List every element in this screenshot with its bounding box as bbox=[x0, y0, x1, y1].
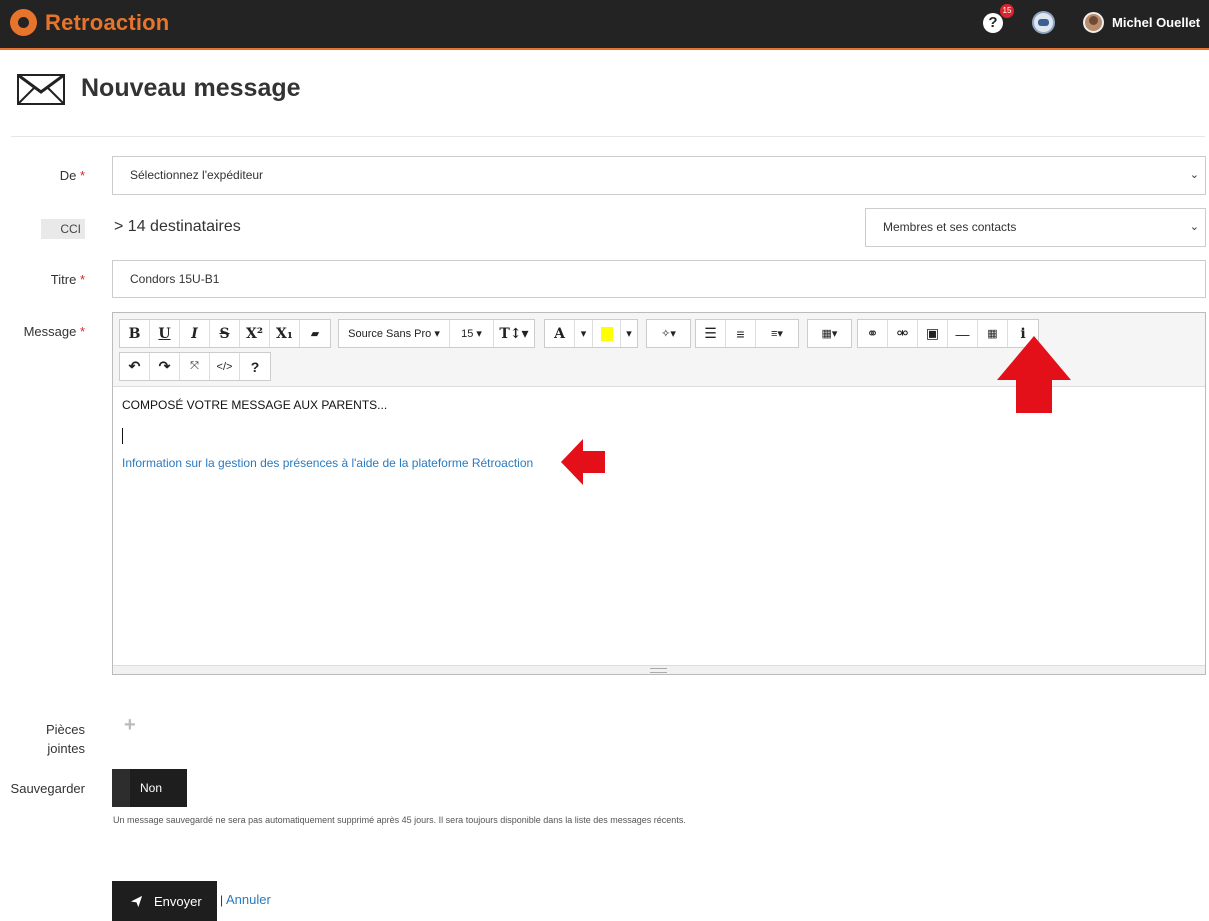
bcc-filter-select[interactable]: Membres et ses contacts ⌄ bbox=[865, 208, 1206, 247]
fullscreen-icon[interactable]: ⤧ bbox=[180, 353, 210, 380]
save-hint: Un message sauvegardé ne sera pas automa… bbox=[113, 815, 686, 825]
app-name: Retroaction bbox=[45, 9, 170, 35]
toolbar-group-paragraph: ☰ ≡ ≡▾ bbox=[695, 319, 799, 348]
help-icon[interactable]: ? bbox=[240, 353, 270, 380]
from-label: De * bbox=[59, 168, 85, 183]
highlight-color-dropdown[interactable]: ▾ bbox=[621, 320, 637, 347]
required-mark: * bbox=[79, 324, 85, 339]
link-icon[interactable]: ⚭ bbox=[858, 320, 888, 347]
code-view-icon[interactable]: </> bbox=[210, 353, 240, 380]
font-color-button[interactable]: A bbox=[545, 320, 575, 347]
font-size-dropdown[interactable]: 15 ▾ bbox=[450, 320, 494, 347]
editor-content[interactable]: COMPOSÉ VOTRE MESSAGE AUX PARENTS... Inf… bbox=[113, 388, 1205, 666]
undo-icon[interactable]: ↶ bbox=[120, 353, 150, 380]
toolbar-group-magic: ✧▾ bbox=[646, 319, 691, 348]
paper-plane-icon bbox=[130, 895, 143, 907]
save-label: Sauvegarder bbox=[10, 781, 85, 796]
send-button[interactable]: Envoyer bbox=[112, 881, 217, 921]
subject-input[interactable]: Condors 15U-B1 bbox=[112, 260, 1206, 298]
redo-icon[interactable]: ↷ bbox=[150, 353, 180, 380]
font-family-dropdown[interactable]: Source Sans Pro ▾ bbox=[339, 320, 450, 347]
bcc-recipients-toggle[interactable]: > 14 destinataires bbox=[114, 218, 241, 236]
editor-resize-handle[interactable] bbox=[113, 665, 1205, 674]
bullet-list-icon[interactable]: ☰ bbox=[696, 320, 726, 347]
add-attachment-icon[interactable]: + bbox=[124, 714, 136, 737]
from-select[interactable]: Sélectionnez l'expéditeur ⌄ bbox=[112, 156, 1206, 195]
notification-badge: 15 bbox=[1000, 4, 1014, 18]
line-height-dropdown[interactable]: T↕▾ bbox=[494, 320, 534, 347]
required-mark: * bbox=[79, 168, 85, 183]
cancel-link[interactable]: Annuler bbox=[226, 892, 271, 907]
top-navbar: Retroaction ? 15 Michel Ouellet bbox=[0, 0, 1209, 50]
bold-button[interactable]: B bbox=[120, 320, 150, 347]
chevron-down-icon: ⌄ bbox=[1189, 169, 1199, 181]
message-label: Message * bbox=[23, 324, 85, 339]
annotation-arrow-up-icon bbox=[997, 336, 1071, 413]
toolbar-group-table: ▦▾ bbox=[807, 319, 852, 348]
toolbar-group-font: Source Sans Pro ▾ 15 ▾ T↕▾ bbox=[338, 319, 535, 348]
bcc-label: CCI bbox=[41, 219, 85, 239]
table-dropdown[interactable]: ▦▾ bbox=[808, 320, 851, 347]
toolbar-group-misc: ↶ ↷ ⤧ </> ? bbox=[119, 352, 271, 381]
italic-button[interactable]: I bbox=[180, 320, 210, 347]
toolbar-group-style: B U I S X² X₁ ▰ bbox=[119, 319, 331, 348]
user-name[interactable]: Michel Ouellet bbox=[1112, 15, 1200, 30]
attachments-label: Pièces jointes bbox=[45, 722, 85, 756]
magic-wand-icon[interactable]: ✧▾ bbox=[647, 320, 690, 347]
help-icon[interactable]: ? bbox=[983, 13, 1003, 33]
message-body-link[interactable]: Information sur la gestion des présences… bbox=[122, 456, 533, 470]
image-icon[interactable]: ▣ bbox=[918, 320, 948, 347]
highlight-swatch bbox=[600, 326, 613, 341]
envelope-icon bbox=[17, 74, 65, 105]
chevron-right-icon: > bbox=[114, 218, 124, 235]
text-cursor bbox=[122, 428, 123, 444]
bcc-filter-value: Membres et ses contacts bbox=[883, 220, 1017, 234]
annotation-arrow-left-icon bbox=[561, 439, 605, 485]
eraser-icon[interactable]: ▰ bbox=[300, 320, 330, 347]
subject-label: Titre * bbox=[50, 272, 85, 287]
chevron-down-icon: ⌄ bbox=[1189, 221, 1199, 233]
send-button-label: Envoyer bbox=[154, 893, 202, 909]
highlight-color-button[interactable] bbox=[593, 320, 621, 347]
font-color-dropdown[interactable]: ▾ bbox=[575, 320, 593, 347]
toggle-knob bbox=[112, 769, 130, 807]
strikethrough-button[interactable]: S bbox=[210, 320, 240, 347]
action-separator: | bbox=[220, 893, 224, 907]
logo-icon bbox=[10, 9, 37, 36]
divider bbox=[11, 136, 1205, 137]
avatar[interactable] bbox=[1083, 12, 1104, 33]
numbered-list-icon[interactable]: ≡ bbox=[726, 320, 756, 347]
subscript-button[interactable]: X₁ bbox=[270, 320, 300, 347]
align-dropdown[interactable]: ≡▾ bbox=[756, 320, 798, 347]
save-toggle[interactable]: Non bbox=[112, 769, 187, 807]
save-toggle-value: Non bbox=[140, 781, 163, 795]
superscript-button[interactable]: X² bbox=[240, 320, 270, 347]
required-mark: * bbox=[79, 272, 85, 287]
bcc-recipients-count: 14 destinataires bbox=[127, 218, 241, 235]
page-title: Nouveau message bbox=[81, 74, 301, 102]
toolbar-group-color: A ▾ ▾ bbox=[544, 319, 638, 348]
team-logo-icon[interactable] bbox=[1032, 11, 1055, 34]
underline-button[interactable]: U bbox=[150, 320, 180, 347]
from-select-value: Sélectionnez l'expéditeur bbox=[130, 168, 264, 182]
unlink-icon[interactable]: ⚮ bbox=[888, 320, 918, 347]
horizontal-rule-icon[interactable]: — bbox=[948, 320, 978, 347]
app-logo[interactable]: Retroaction bbox=[10, 9, 169, 36]
